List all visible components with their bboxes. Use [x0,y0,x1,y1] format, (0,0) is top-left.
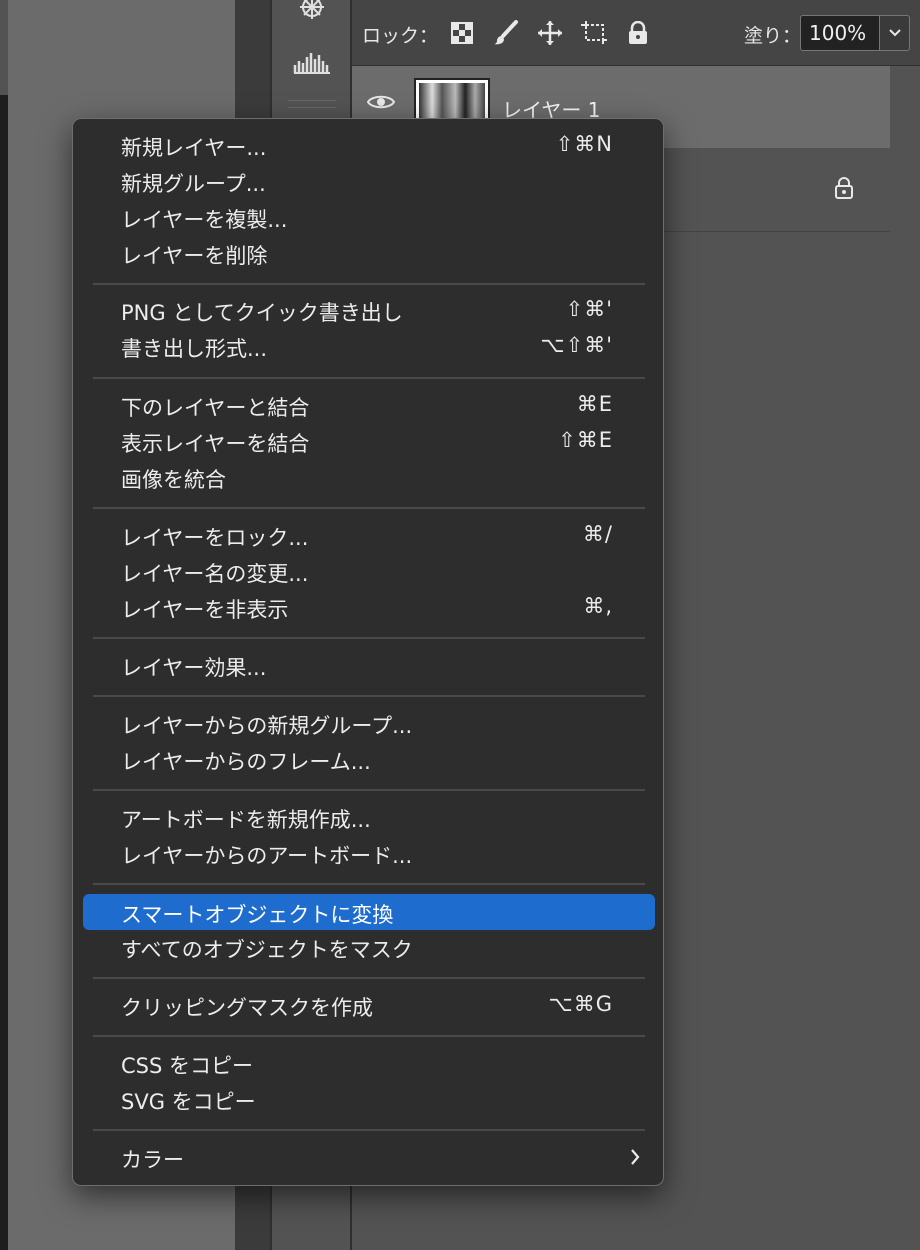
menu-item-merge-down[interactable]: 下のレイヤーと結合 ⌘E [83,387,655,423]
menu-item-label: レイヤーからのアートボード... [121,844,413,868]
menu-item-shortcut: ⌥⌘G [548,992,613,1016]
menu-item-frame-from-layers[interactable]: レイヤーからのフレーム... [83,741,655,777]
menu-item-group-from-layers[interactable]: レイヤーからの新規グループ... [83,705,655,741]
menu-item-label: レイヤーからのフレーム... [121,750,371,774]
menu-item-label: カラー [121,1148,184,1172]
menu-item-label: レイヤーを非表示 [121,598,289,622]
menu-item-label: レイヤーをロック... [121,526,309,550]
lock-icon [834,176,854,204]
menu-separator [93,283,645,285]
menu-item-shortcut: ⌥⇧⌘' [540,333,613,357]
layer-context-menu: 新規レイヤー... ⇧⌘N 新規グループ... レイヤーを複製... レイヤーを… [72,118,664,1186]
menu-item-delete-layer[interactable]: レイヤーを削除 [83,235,655,271]
menu-item-convert-smart-object[interactable]: スマートオブジェクトに変換 [83,894,655,930]
menu-item-lock-layer[interactable]: レイヤーをロック... ⌘/ [83,517,655,553]
document-canvas-edge [0,95,8,1250]
brush-icon[interactable] [491,18,521,48]
menu-separator [93,695,645,697]
menu-item-label: レイヤーを複製... [121,208,288,232]
menu-item-shortcut: ⇧⌘N [555,132,613,156]
menu-item-new-artboard[interactable]: アートボードを新規作成... [83,799,655,835]
move-icon[interactable] [535,18,565,48]
menu-item-shortcut: ⇧⌘E [558,428,613,452]
menu-item-label: 表示レイヤーを結合 [121,432,310,456]
lock-label: ロック： [362,25,439,47]
menu-item-flatten-image[interactable]: 画像を統合 [83,459,655,495]
transparency-grid-icon[interactable] [447,18,477,48]
fill-label: 塗り： [744,25,802,47]
menu-item-color[interactable]: カラー [83,1139,655,1175]
menu-item-duplicate-layer[interactable]: レイヤーを複製... [83,199,655,235]
menu-separator [93,637,645,639]
menu-item-quick-export-png[interactable]: PNG としてクイック書き出し ⇧⌘' [83,292,655,328]
menu-separator [93,1129,645,1131]
menu-item-label: レイヤーを削除 [121,244,268,268]
menu-item-label: アートボードを新規作成... [121,808,371,832]
menu-item-shortcut: ⌘, [583,594,613,618]
fill-dropdown-button[interactable] [880,15,910,51]
compass-icon[interactable] [292,0,332,26]
lock-toolbar: ロック： 塗り： 100% [352,0,920,66]
menu-item-new-layer[interactable]: 新規レイヤー... ⇧⌘N [83,127,655,163]
menu-item-shortcut: ⇧⌘' [565,297,613,321]
lock-icon[interactable] [623,18,653,48]
artboard-icon[interactable] [579,18,609,48]
menu-item-rename-layer[interactable]: レイヤー名の変更... [83,553,655,589]
menu-item-label: スマートオブジェクトに変換 [121,903,394,927]
histogram-icon[interactable] [292,46,332,78]
menu-item-artboard-from-layers[interactable]: レイヤーからのアートボード... [83,835,655,871]
menu-separator [93,977,645,979]
menu-item-label: レイヤー効果... [121,656,267,680]
menu-item-label: すべてのオブジェクトをマスク [121,938,413,962]
menu-separator [93,507,645,509]
menu-item-label: CSS をコピー [121,1054,253,1078]
menu-separator [93,377,645,379]
menu-separator [93,789,645,791]
menu-item-label: レイヤー名の変更... [121,562,309,586]
menu-item-export-as[interactable]: 書き出し形式... ⌥⇧⌘' [83,328,655,364]
menu-item-label: 書き出し形式... [121,337,268,361]
menu-item-label: クリッピングマスクを作成 [121,996,373,1020]
menu-item-label: 画像を統合 [121,468,226,492]
menu-item-shortcut: ⌘/ [582,522,613,546]
menu-item-label: 下のレイヤーと結合 [121,396,310,420]
menu-item-new-group[interactable]: 新規グループ... [83,163,655,199]
menu-item-copy-css[interactable]: CSS をコピー [83,1045,655,1081]
menu-item-label: SVG をコピー [121,1090,256,1114]
dock-grip-handle[interactable] [288,100,336,108]
menu-item-create-clipping-mask[interactable]: クリッピングマスクを作成 ⌥⌘G [83,987,655,1023]
menu-separator [93,883,645,885]
eye-icon[interactable] [366,92,396,116]
menu-item-hide-layer[interactable]: レイヤーを非表示 ⌘, [83,589,655,625]
chevron-right-icon [629,1148,641,1170]
fill-opacity-input[interactable]: 100% [800,15,880,51]
menu-item-shortcut: ⌘E [576,392,613,416]
menu-item-mask-all-objects[interactable]: すべてのオブジェクトをマスク [83,929,655,965]
menu-item-label: レイヤーからの新規グループ... [121,714,413,738]
menu-item-label: 新規グループ... [121,172,266,196]
menu-item-label: PNG としてクイック書き出し [121,301,403,325]
menu-separator [93,1035,645,1037]
menu-item-copy-svg[interactable]: SVG をコピー [83,1081,655,1117]
menu-item-label: 新規レイヤー... [121,136,267,160]
chevron-down-icon [888,29,901,37]
menu-item-merge-visible[interactable]: 表示レイヤーを結合 ⇧⌘E [83,423,655,459]
menu-item-layer-effects[interactable]: レイヤー効果... [83,647,655,683]
